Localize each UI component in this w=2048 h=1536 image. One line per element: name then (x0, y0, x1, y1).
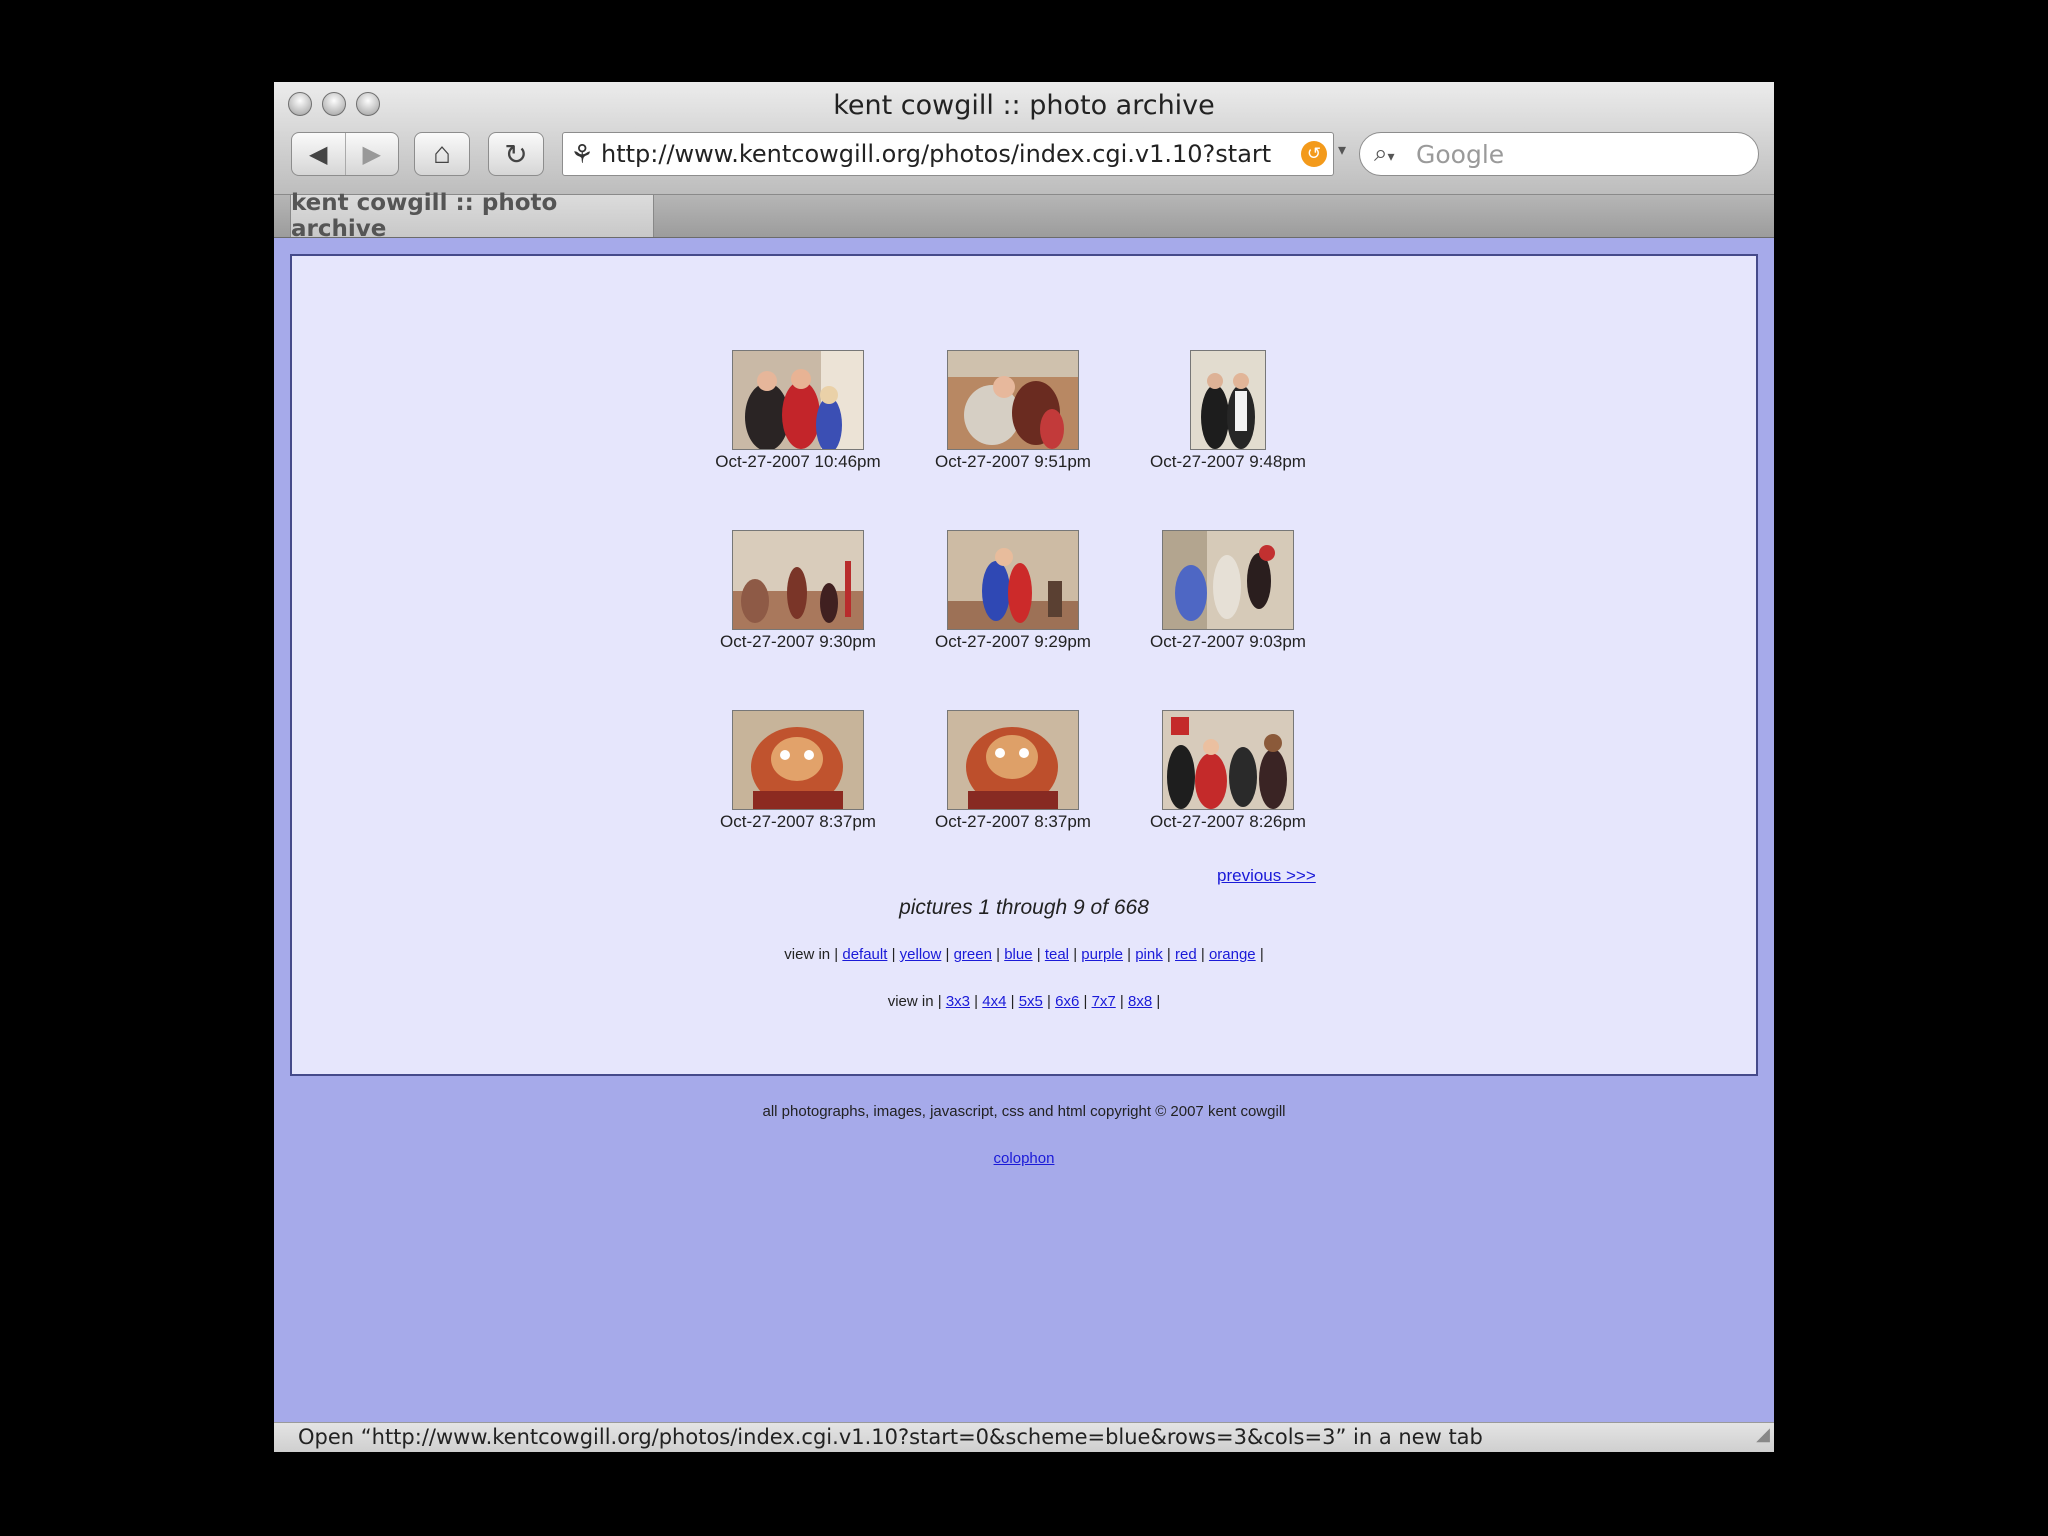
window-title: kent cowgill :: photo archive (833, 90, 1215, 121)
photo-caption: Oct-27-2007 9:03pm (1150, 632, 1306, 651)
photo-thumbnail[interactable] (1190, 350, 1266, 450)
photo-cell[interactable]: Oct-27-2007 9:51pm (903, 350, 1123, 472)
scheme-link-purple[interactable]: purple (1081, 946, 1123, 963)
photo-thumbnail[interactable] (1162, 530, 1294, 630)
address-bar[interactable]: ⚘ http://www.kentcowgill.org/photos/inde… (562, 132, 1334, 176)
grid-size-links: view in | 3x3 | 4x4 | 5x5 | 6x6 | 7x7 | … (887, 993, 1161, 1010)
grid-link-4x4[interactable]: 4x4 (982, 993, 1006, 1010)
tab-bar: kent cowgill :: photo archive (274, 190, 1774, 242)
photo-caption: Oct-27-2007 8:37pm (720, 812, 876, 831)
browser-window: kent cowgill :: photo archive ◀ ▶ ⌂ ↻ ⚘ … (274, 82, 1774, 1452)
photo-caption: Oct-27-2007 9:51pm (935, 452, 1091, 471)
photo-thumbnail[interactable] (732, 350, 864, 450)
grid-link-6x6[interactable]: 6x6 (1055, 993, 1079, 1010)
status-text: Open “http://www.kentcowgill.org/photos/… (298, 1425, 1483, 1449)
scheme-link-green[interactable]: green (954, 946, 992, 963)
content-panel: Oct-27-2007 10:46pm Oct-27-2007 9:51pm O… (290, 254, 1758, 1076)
photo-cell[interactable]: Oct-27-2007 10:46pm (688, 350, 908, 472)
status-bar: Open “http://www.kentcowgill.org/photos/… (274, 1422, 1774, 1452)
photo-thumbnail[interactable] (947, 350, 1079, 450)
reload-icon: ↻ (504, 138, 528, 170)
photo-caption: Oct-27-2007 8:26pm (1150, 812, 1306, 831)
photo-thumbnail[interactable] (1162, 710, 1294, 810)
scheme-link-blue[interactable]: blue (1004, 946, 1032, 963)
photo-cell[interactable]: Oct-27-2007 9:03pm (1118, 530, 1338, 652)
photo-cell[interactable]: Oct-27-2007 8:37pm (688, 710, 908, 832)
photo-cell[interactable]: Oct-27-2007 8:37pm (903, 710, 1123, 832)
scheme-link-teal[interactable]: teal (1045, 946, 1069, 963)
reload-button[interactable]: ↻ (488, 132, 544, 176)
photo-thumbnail[interactable] (947, 530, 1079, 630)
forward-button[interactable]: ▶ (344, 133, 399, 175)
photo-cell[interactable]: Oct-27-2007 9:30pm (688, 530, 908, 652)
search-input[interactable] (1414, 138, 1738, 170)
photo-caption: Oct-27-2007 9:48pm (1150, 452, 1306, 471)
browser-toolbar: kent cowgill :: photo archive ◀ ▶ ⌂ ↻ ⚘ … (274, 82, 1774, 195)
site-favicon-icon: ⚘ (570, 138, 594, 169)
photo-caption: Oct-27-2007 9:30pm (720, 632, 876, 651)
scheme-link-default[interactable]: default (842, 946, 887, 963)
grid-link-7x7[interactable]: 7x7 (1092, 993, 1116, 1010)
photo-cell[interactable]: Oct-27-2007 9:29pm (903, 530, 1123, 652)
grid-link-8x8[interactable]: 8x8 (1128, 993, 1152, 1010)
photo-thumbnail[interactable] (732, 530, 864, 630)
photo-thumbnail[interactable] (732, 710, 864, 810)
photo-caption: Oct-27-2007 8:37pm (935, 812, 1091, 831)
photo-caption: Oct-27-2007 10:46pm (715, 452, 881, 471)
grid-link-5x5[interactable]: 5x5 (1019, 993, 1043, 1010)
tab-photo-archive[interactable]: kent cowgill :: photo archive (290, 190, 654, 242)
forward-arrow-icon: ▶ (362, 140, 381, 168)
address-input[interactable]: http://www.kentcowgill.org/photos/index.… (601, 140, 1301, 168)
scheme-link-pink[interactable]: pink (1135, 946, 1163, 963)
previous-page-link[interactable]: previous >>> (1217, 866, 1316, 886)
color-scheme-links: view in | default | yellow | green | blu… (784, 946, 1264, 963)
scheme-link-red[interactable]: red (1175, 946, 1197, 963)
back-arrow-icon: ◀ (309, 140, 328, 168)
home-icon: ⌂ (432, 137, 452, 170)
search-field[interactable]: ⌕▾ (1359, 132, 1759, 176)
copyright-text: all photographs, images, javascript, css… (762, 1103, 1286, 1120)
scheme-link-yellow[interactable]: yellow (900, 946, 942, 963)
snapback-icon[interactable]: ↺ (1301, 141, 1327, 167)
url-dropdown-icon[interactable]: ▾ (1338, 140, 1346, 160)
scheme-link-orange[interactable]: orange (1209, 946, 1256, 963)
search-icon[interactable]: ⌕▾ (1374, 140, 1414, 168)
colophon-container: colophon (274, 1150, 1774, 1167)
home-button[interactable]: ⌂ (414, 132, 470, 176)
colophon-link[interactable]: colophon (994, 1150, 1055, 1167)
grid-link-3x3[interactable]: 3x3 (946, 993, 970, 1010)
photo-caption: Oct-27-2007 9:29pm (935, 632, 1091, 651)
photo-cell[interactable]: Oct-27-2007 9:48pm (1118, 350, 1338, 472)
photo-thumbnail[interactable] (947, 710, 1079, 810)
picture-count-text: pictures 1 through 9 of 668 (899, 896, 1149, 919)
resize-grip-icon[interactable]: ◢ (1756, 1423, 1770, 1449)
back-forward-group: ◀ ▶ (291, 132, 399, 176)
back-button[interactable]: ◀ (292, 133, 345, 175)
photo-cell[interactable]: Oct-27-2007 8:26pm (1118, 710, 1338, 832)
